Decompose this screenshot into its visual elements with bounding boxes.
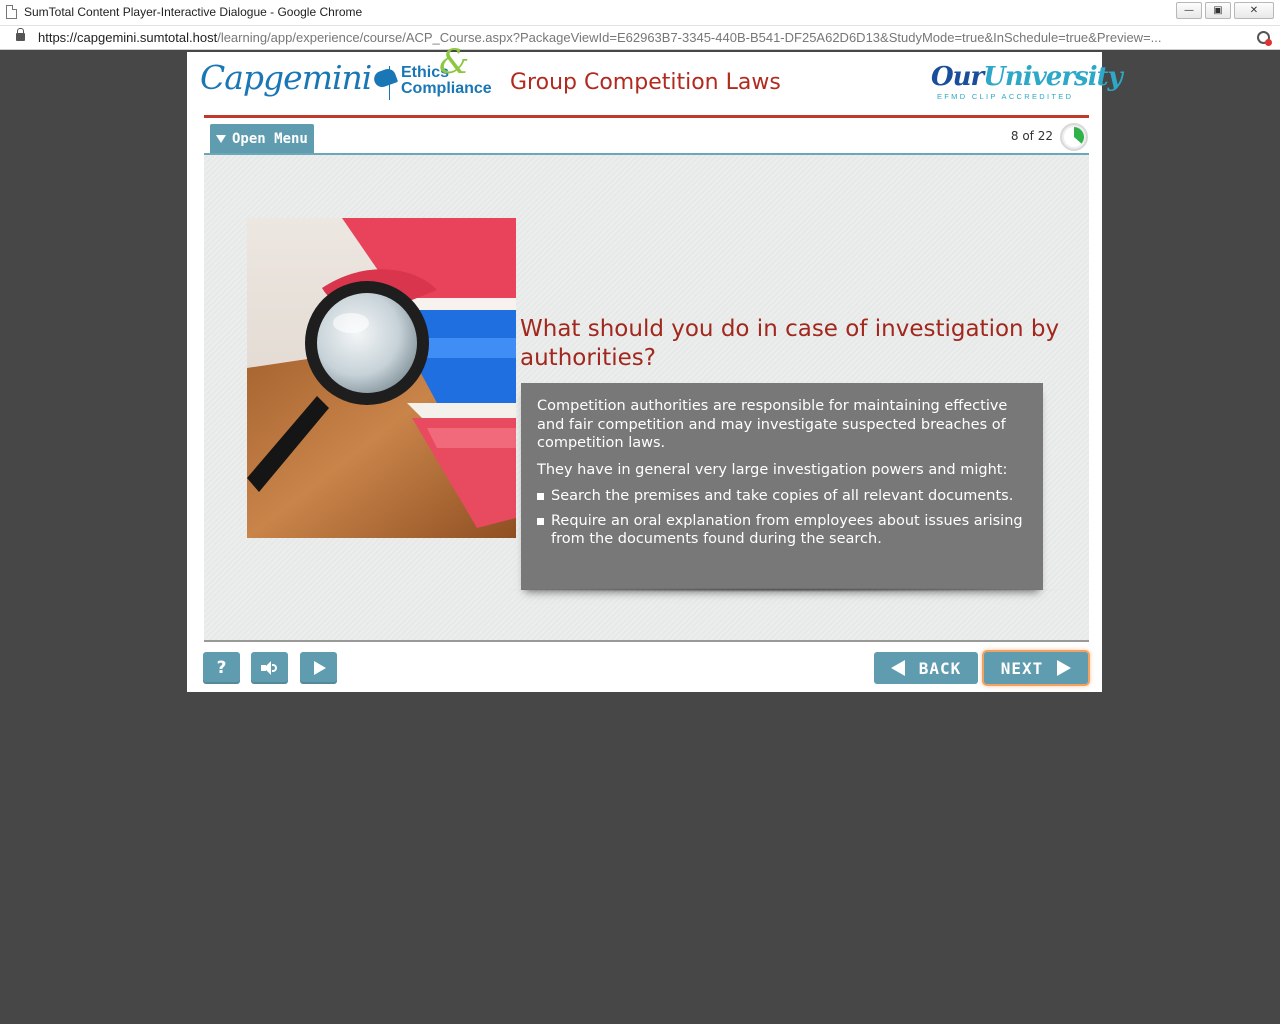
url-host: https://capgemini.sumtotal.host xyxy=(38,30,218,45)
url-path: /learning/app/experience/course/ACP_Cour… xyxy=(217,30,1162,45)
magnifier-illustration xyxy=(247,218,516,538)
open-menu-button[interactable]: Open Menu xyxy=(210,124,314,153)
window-controls: — ▣ ✕ xyxy=(1173,2,1274,19)
magnifier-photo xyxy=(247,218,516,538)
caret-down-icon xyxy=(216,134,226,143)
tri-right-icon xyxy=(1057,660,1072,676)
play-button[interactable] xyxy=(300,652,337,684)
next-button[interactable]: NEXT xyxy=(984,652,1088,684)
window-titlebar: SumTotal Content Player-Interactive Dial… xyxy=(0,0,1280,26)
address-bar[interactable]: https://capgemini.sumtotal.host/learning… xyxy=(0,26,1280,50)
progress-pie-icon xyxy=(1060,123,1088,151)
slide-question: What should you do in case of investigat… xyxy=(520,316,1060,371)
open-menu-label: Open Menu xyxy=(232,130,308,147)
info-paragraph-1: Competition authorities are responsible … xyxy=(537,398,1008,451)
brand-name: Capgemini xyxy=(200,58,372,97)
minimize-button[interactable]: — xyxy=(1176,2,1202,19)
list-item: Require an oral explanation from employe… xyxy=(537,512,1027,549)
speaker-icon xyxy=(260,661,279,675)
info-bullet-list: Search the premises and take copies of a… xyxy=(537,487,1027,549)
course-title: Group Competition Laws xyxy=(510,70,781,95)
url-field[interactable]: https://capgemini.sumtotal.host/learning… xyxy=(38,30,1243,45)
course-header: Capgemini Ethics & Compliance Group Comp… xyxy=(187,45,1123,116)
close-button[interactable]: ✕ xyxy=(1234,2,1274,19)
bullet-icon xyxy=(537,517,544,525)
header-rule xyxy=(204,115,1089,118)
help-button[interactable]: ? xyxy=(203,652,240,684)
slide-content: What should you do in case of investigat… xyxy=(204,155,1089,640)
lock-icon xyxy=(16,28,25,41)
window-title: SumTotal Content Player-Interactive Dial… xyxy=(24,5,363,19)
ethics-line2: Compliance xyxy=(401,80,492,97)
back-button[interactable]: BACK xyxy=(874,652,978,684)
info-paragraph-2: They have in general very large investig… xyxy=(537,461,1008,478)
next-label: NEXT xyxy=(1000,658,1044,678)
box-shadow-decoration xyxy=(494,588,1074,592)
restore-button[interactable]: ▣ xyxy=(1205,2,1231,19)
ethics-compliance-logo: Ethics & Compliance xyxy=(401,45,492,97)
doc-icon xyxy=(6,5,17,19)
spade-icon xyxy=(372,66,399,90)
bullet-icon xyxy=(537,493,544,500)
audio-button[interactable] xyxy=(251,652,288,684)
back-label: BACK xyxy=(918,658,962,678)
university-our: Our xyxy=(931,62,984,92)
bullet-text-2: Require an oral explanation from employe… xyxy=(551,512,1023,548)
university-tagline: EFMD CLIP ACCREDITED xyxy=(937,92,1074,101)
tri-left-icon xyxy=(890,660,905,676)
university-name: University xyxy=(983,62,1122,92)
our-university-logo: OurUniversity xyxy=(931,62,1123,92)
header-divider xyxy=(389,66,390,100)
extension-icon[interactable] xyxy=(1257,31,1272,46)
ethics-ampersand: & xyxy=(439,42,470,82)
list-item: Search the premises and take copies of a… xyxy=(537,487,1027,506)
bullet-text-1: Search the premises and take copies of a… xyxy=(551,488,1014,504)
course-player: Capgemini Ethics & Compliance Group Comp… xyxy=(187,45,1123,692)
capgemini-logo: Capgemini xyxy=(200,58,399,97)
footer-rule xyxy=(204,640,1089,642)
menu-bar: Open Menu 8 of 22 xyxy=(204,122,1089,155)
progress-pie-svg xyxy=(1064,127,1084,147)
progress-text: 8 of 22 xyxy=(1010,129,1053,143)
info-box: Competition authorities are responsible … xyxy=(521,383,1043,590)
play-icon xyxy=(314,661,326,675)
